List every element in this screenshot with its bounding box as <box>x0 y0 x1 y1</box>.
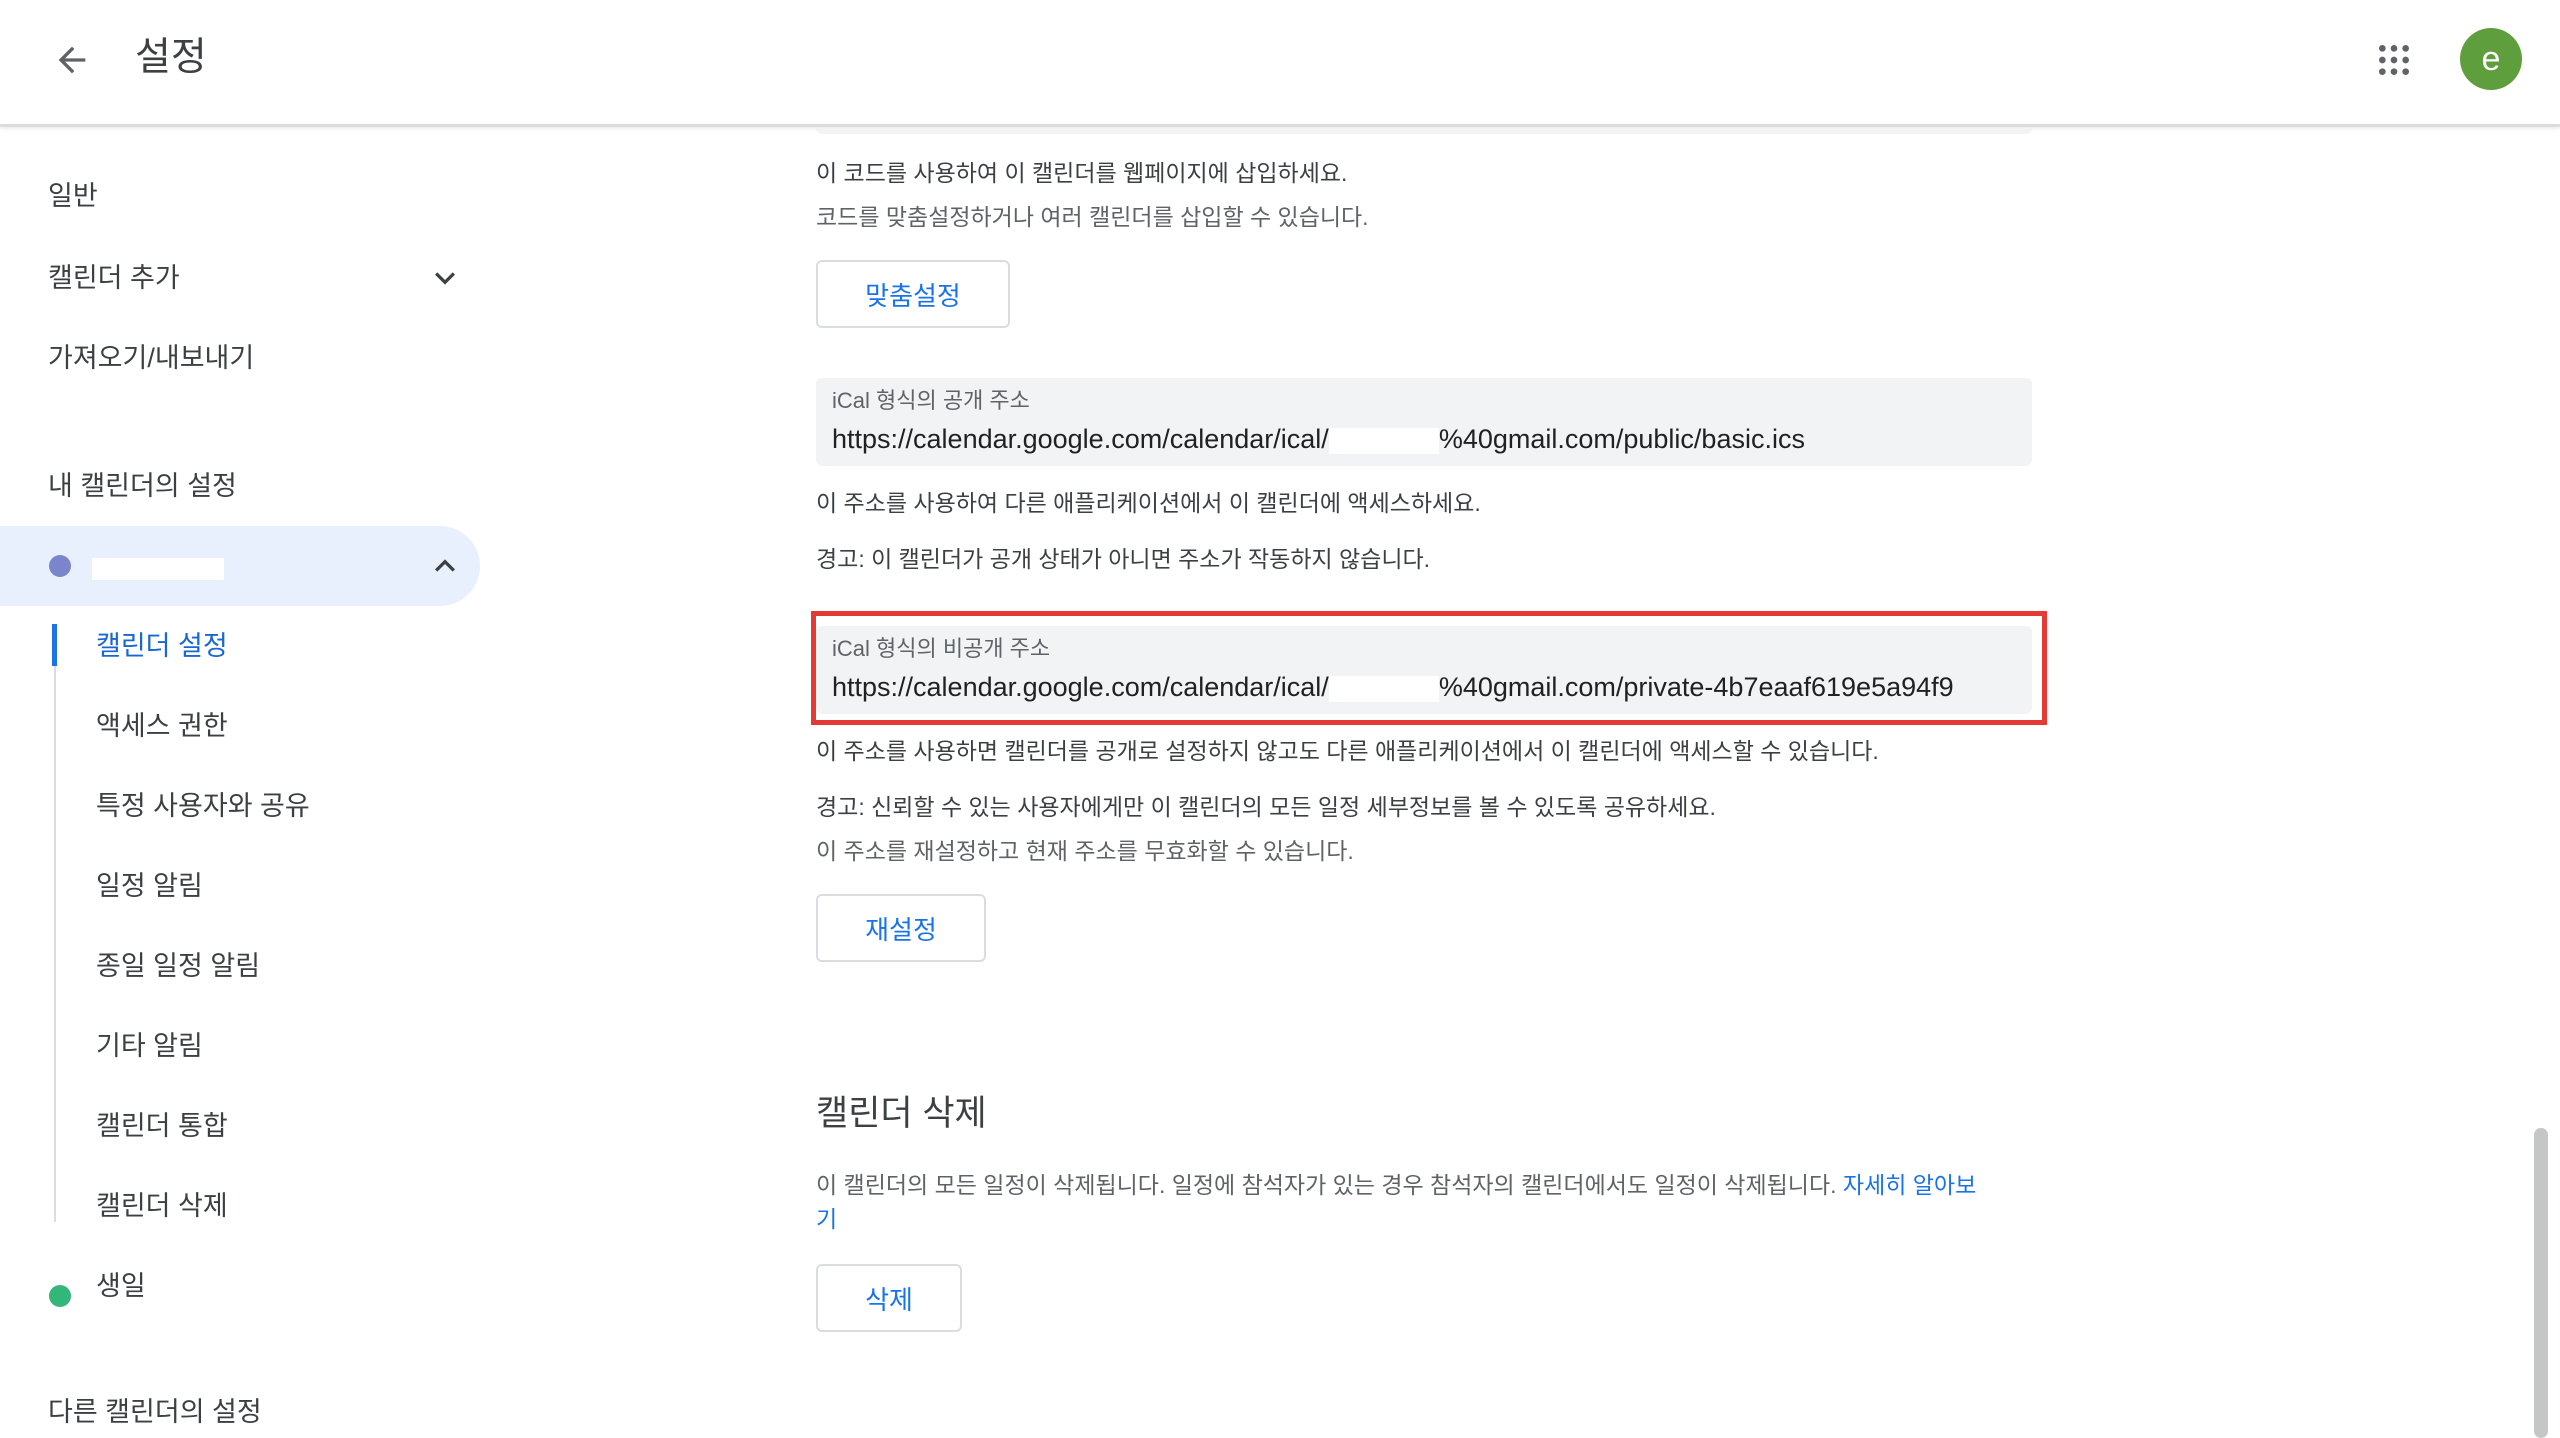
delete-description-text: 이 캘린더의 모든 일정이 삭제됩니다. 일정에 참석자가 있는 경우 참석자의… <box>816 1172 1837 1198</box>
embed-subtext: 코드를 맞춤설정하거나 여러 캘린더를 삽입할 수 있습니다. <box>816 204 1369 230</box>
apps-grid-icon <box>2379 45 2409 75</box>
delete-description: 이 캘린더의 모든 일정이 삭제됩니다. 일정에 참석자가 있는 경우 참석자의… <box>816 1168 2032 1236</box>
page-title: 설정 <box>135 36 207 79</box>
private-ical-warning: 경고: 신뢰할 수 있는 사용자에게만 이 캘린더의 모든 일정 세부정보를 볼… <box>816 794 1716 820</box>
sidebar-item-add-calendar[interactable]: 캘린더 추가 <box>48 258 180 298</box>
private-ical-url[interactable]: https://calendar.google.com/calendar/ica… <box>832 668 1954 706</box>
sidebar-sub-access-permissions[interactable]: 액세스 권한 <box>96 706 228 746</box>
sidebar-sub-delete-calendar[interactable]: 캘린더 삭제 <box>96 1186 228 1226</box>
calendar-color-dot <box>49 555 71 577</box>
reset-subtext: 이 주소를 재설정하고 현재 주소를 무효화할 수 있습니다. <box>816 838 1354 864</box>
app-header: 설정 e <box>0 0 2560 127</box>
delete-button[interactable]: 삭제 <box>816 1264 962 1332</box>
private-url-suffix: %40gmail.com/private-4b7eaaf619e5a94f9 <box>1438 672 1954 702</box>
birthday-color-dot <box>49 1285 71 1307</box>
sidebar-item-import-export[interactable]: 가져오기/내보내기 <box>48 338 254 378</box>
sidebar-sub-share-with-people[interactable]: 특정 사용자와 공유 <box>96 786 310 826</box>
customize-button[interactable]: 맞춤설정 <box>816 260 1010 328</box>
arrow-back-icon <box>58 46 86 74</box>
submenu-guide-line <box>54 624 56 1222</box>
private-ical-label: iCal 형식의 비공개 주소 <box>832 636 1051 661</box>
redacted-email <box>1328 427 1439 454</box>
public-ical-field[interactable]: iCal 형식의 공개 주소 https://calendar.google.c… <box>816 378 2032 466</box>
private-url-prefix: https://calendar.google.com/calendar/ica… <box>832 672 1329 702</box>
public-ical-description: 이 주소를 사용하여 다른 애플리케이션에서 이 캘린더에 액세스하세요. <box>816 490 1481 516</box>
redacted-calendar-name <box>92 558 224 580</box>
private-ical-field[interactable]: iCal 형식의 비공개 주소 https://calendar.google.… <box>816 626 2032 714</box>
settings-page: 설정 e 일반 캘린더 추가 가져오기/내보내기 내 캘린더의 설정 캘린더 설… <box>0 0 2560 1438</box>
submenu-active-indicator <box>52 624 57 666</box>
public-url-suffix: %40gmail.com/public/basic.ics <box>1438 424 1805 454</box>
chevron-up-icon[interactable] <box>425 546 465 586</box>
sidebar-item-my-calendar[interactable] <box>0 526 480 606</box>
sidebar-sub-other-notifications[interactable]: 기타 알림 <box>96 1026 203 1066</box>
sidebar-sub-integrate-calendar[interactable]: 캘린더 통합 <box>96 1106 228 1146</box>
redacted-email <box>1328 675 1439 702</box>
other-calendars-heading: 다른 캘린더의 설정 <box>48 1397 262 1427</box>
settings-sidebar: 일반 캘린더 추가 가져오기/내보내기 내 캘린더의 설정 캘린더 설정 액세스… <box>0 128 500 1438</box>
private-ical-description: 이 주소를 사용하면 캘린더를 공개로 설정하지 않고도 다른 애플리케이션에서… <box>816 738 1879 764</box>
embed-code-field-edge <box>816 128 2032 134</box>
reset-button[interactable]: 재설정 <box>816 894 986 962</box>
public-ical-url[interactable]: https://calendar.google.com/calendar/ica… <box>832 420 1805 458</box>
vertical-scrollbar-thumb[interactable] <box>2534 1128 2548 1438</box>
delete-calendar-title: 캘린더 삭제 <box>816 1094 987 1133</box>
learn-more-link[interactable]: 자세히 알아보 <box>1843 1172 1976 1198</box>
back-button[interactable] <box>40 28 104 92</box>
sidebar-item-birthdays[interactable]: 생일 <box>96 1266 146 1306</box>
settings-main: 이 코드를 사용하여 이 캘린더를 웹페이지에 삽입하세요. 코드를 맞춤설정하… <box>811 128 2047 1438</box>
public-ical-warning: 경고: 이 캘린더가 공개 상태가 아니면 주소가 작동하지 않습니다. <box>816 546 1431 572</box>
learn-more-link-cont[interactable]: 기 <box>816 1206 837 1232</box>
public-url-prefix: https://calendar.google.com/calendar/ica… <box>832 424 1329 454</box>
account-avatar[interactable]: e <box>2460 28 2522 90</box>
sidebar-item-general[interactable]: 일반 <box>48 176 98 216</box>
sidebar-sub-calendar-settings[interactable]: 캘린더 설정 <box>96 626 228 666</box>
google-apps-button[interactable] <box>2362 28 2426 92</box>
public-ical-label: iCal 형식의 공개 주소 <box>832 388 1030 413</box>
sidebar-sub-event-notifications[interactable]: 일정 알림 <box>96 866 203 906</box>
sidebar-sub-all-day-notifications[interactable]: 종일 일정 알림 <box>96 946 260 986</box>
chevron-down-icon[interactable] <box>425 258 465 298</box>
embed-description: 이 코드를 사용하여 이 캘린더를 웹페이지에 삽입하세요. <box>816 160 1348 186</box>
my-calendars-heading: 내 캘린더의 설정 <box>48 471 237 501</box>
